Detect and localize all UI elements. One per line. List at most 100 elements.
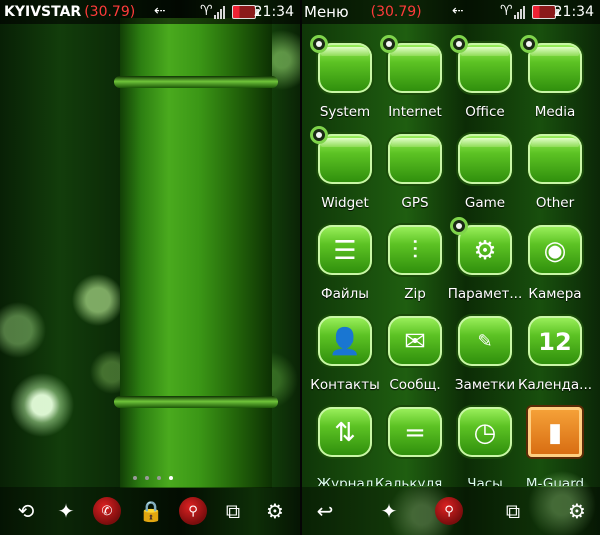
folder-badge-icon: [380, 35, 398, 53]
page-dot: [157, 476, 161, 480]
apps-icon: ✦: [380, 499, 398, 523]
clock-icon: ◷: [458, 407, 512, 457]
signal-icon: [514, 5, 525, 19]
bamboo-stalk: [120, 18, 272, 488]
clock: 21:34: [553, 4, 594, 20]
page-dot-active: [169, 476, 173, 480]
task-switcher-icon: ⧉: [225, 499, 241, 523]
balance-text: (30.79): [370, 4, 422, 20]
balance-text: (30.79): [84, 4, 136, 20]
settings-button[interactable]: ⚙: [560, 494, 594, 528]
folder-system[interactable]: System: [310, 35, 380, 130]
folder-icon: [388, 134, 442, 184]
task-switcher-button[interactable]: ⧉: [216, 494, 250, 528]
app-camera[interactable]: ◉ Камера: [520, 222, 590, 312]
folder-widget[interactable]: Widget: [310, 126, 380, 221]
app-mguard[interactable]: ▮ M-Guard: [520, 404, 590, 494]
folder-badge-icon: [450, 35, 468, 53]
status-bar: KYIVSTAR (30.79) ⇠ ♈ 21:34: [0, 0, 300, 24]
status-bar: Меню (30.79) ⇠ ♈ 21:34: [302, 0, 600, 24]
antenna-icon: ♈: [500, 3, 513, 19]
antenna-icon: ♈: [200, 3, 213, 19]
contacts-sync-icon: ⟲: [17, 499, 35, 523]
app-files[interactable]: ☰ Файлы: [310, 222, 380, 312]
bamboo-node: [114, 396, 278, 408]
menu-title: Меню: [304, 3, 349, 21]
app-calculator[interactable]: = Калькуля...: [375, 404, 455, 494]
phone-icon: ✆: [93, 497, 121, 525]
app-calendar[interactable]: 12 Календа...: [518, 313, 592, 403]
search-button[interactable]: ⚲: [432, 494, 466, 528]
contacts-sync-button[interactable]: ⟲: [9, 494, 43, 528]
battery-icon: [532, 5, 559, 19]
home-screen: KYIVSTAR (30.79) ⇠ ♈ 21:34 ⟲ ✦ ✆ 🔒 ⚲ ⧉ ⚙: [0, 0, 300, 535]
search-icon: ⚲: [435, 497, 463, 525]
folder-icon: [310, 35, 372, 93]
call-log-icon: ⇅: [318, 407, 372, 457]
mguard-icon: ▮: [528, 407, 582, 457]
data-connection-icon: ⇠: [452, 3, 464, 19]
folder-icon: [458, 134, 512, 184]
carrier-name: KYIVSTAR: [4, 4, 82, 20]
bamboo-node: [114, 76, 278, 88]
app-log[interactable]: ⇅ Журнал: [310, 404, 380, 494]
gear-icon: ⚙: [568, 499, 586, 523]
app-clock[interactable]: ◷ Часы: [450, 404, 520, 494]
data-connection-icon: ⇠: [154, 3, 166, 19]
calendar-icon: 12: [528, 316, 582, 366]
task-switcher-button[interactable]: ⧉: [496, 494, 530, 528]
folder-media[interactable]: Media: [520, 35, 590, 130]
menu-dock: ↩ ✦ ⚲ ⧉ ⚙: [302, 487, 600, 535]
contact-icon: 👤: [318, 316, 372, 366]
settings-button[interactable]: ⚙: [258, 494, 292, 528]
app-settings[interactable]: ⚙ Парамет...: [448, 217, 522, 312]
calendar-day: 12: [538, 328, 572, 356]
back-icon: ↩: [316, 499, 334, 523]
folder-badge-icon: [310, 35, 328, 53]
apps-icon: ✦: [57, 499, 75, 523]
folder-gps[interactable]: GPS: [380, 131, 450, 221]
search-icon: ⚲: [179, 497, 207, 525]
folder-internet[interactable]: Internet: [380, 35, 450, 130]
app-label: M-Guard: [525, 476, 585, 486]
gear-icon: ⚙: [450, 217, 512, 275]
camera-icon: ◉: [528, 225, 582, 275]
page-dot: [145, 476, 149, 480]
gear-icon: ⚙: [266, 499, 284, 523]
page-dot: [133, 476, 137, 480]
apps-button[interactable]: ✦: [372, 494, 406, 528]
folder-icon: [520, 35, 582, 93]
zip-icon: ⫶: [388, 225, 442, 275]
lock-icon: 🔒: [138, 499, 164, 523]
folder-office[interactable]: Office: [450, 35, 520, 130]
file-manager-icon: ☰: [318, 225, 372, 275]
notes-icon: ✎: [458, 316, 512, 366]
apps-button[interactable]: ✦: [49, 494, 83, 528]
task-switcher-icon: ⧉: [505, 499, 521, 523]
app-label: Media: [534, 104, 576, 120]
envelope-icon: ✉: [388, 316, 442, 366]
search-button[interactable]: ⚲: [176, 494, 210, 528]
back-button[interactable]: ↩: [308, 494, 342, 528]
battery-icon: [232, 5, 259, 19]
folder-badge-icon: [520, 35, 538, 53]
page-indicator: [133, 476, 173, 480]
folder-badge-icon: [310, 126, 328, 144]
folder-game[interactable]: Game: [450, 131, 520, 221]
folder-icon: [380, 35, 442, 93]
signal-icon: [214, 5, 225, 19]
folder-other[interactable]: Other: [520, 131, 590, 221]
folder-icon: [450, 35, 512, 93]
folder-icon: [310, 126, 372, 184]
app-label: Other: [535, 195, 575, 211]
app-contacts[interactable]: 👤 Контакты: [310, 313, 380, 403]
app-label: Календа...: [517, 377, 593, 393]
app-zip[interactable]: ⫶ Zip: [380, 222, 450, 312]
app-notes[interactable]: ✎ Заметки: [450, 313, 520, 403]
menu-screen: Меню (30.79) ⇠ ♈ 21:34 System Internet O…: [302, 0, 600, 535]
lock-button[interactable]: 🔒: [134, 494, 168, 528]
call-button[interactable]: ✆: [90, 494, 124, 528]
folder-icon: [528, 134, 582, 184]
app-messages[interactable]: ✉ Сообщ.: [380, 313, 450, 403]
calculator-icon: =: [388, 407, 442, 457]
